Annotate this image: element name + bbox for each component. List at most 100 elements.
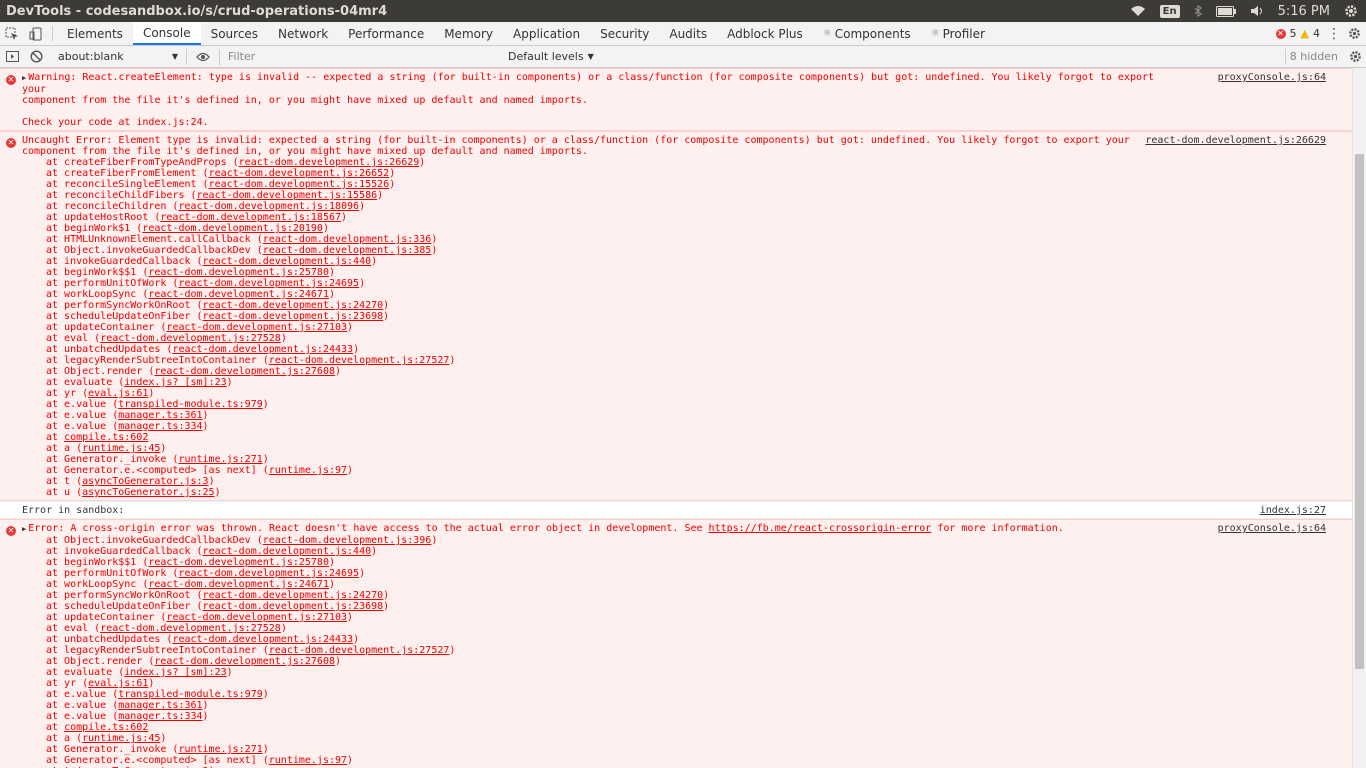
stack-frame-link[interactable]: manager.ts:334 <box>118 421 202 432</box>
stack-frame-link[interactable]: react-dom.development.js:396 <box>263 535 432 546</box>
stack-frame-link[interactable]: transpiled-module.ts:979 <box>118 399 263 410</box>
stack-frame-link[interactable]: runtime.js:45 <box>82 443 160 454</box>
stack-frame-link[interactable]: compile.ts:602 <box>64 432 148 443</box>
stack-frame-link[interactable]: react-dom.development.js:24671 <box>148 579 329 590</box>
inspect-element-icon[interactable] <box>0 22 24 45</box>
tab-application[interactable]: Application <box>503 22 590 45</box>
console-output[interactable]: ✕ ▶ Warning: React.createElement: type is… <box>0 68 1352 768</box>
console-message-cross-origin-error[interactable]: ✕ ▶ Error: A cross-origin error was throw… <box>0 519 1352 768</box>
stack-frame-link[interactable]: manager.ts:361 <box>118 410 202 421</box>
context-selector[interactable]: about:blank ▼ <box>54 48 182 66</box>
stack-frame-link[interactable]: transpiled-module.ts:979 <box>118 689 263 700</box>
stack-frame-link[interactable]: react-dom.development.js:440 <box>203 546 372 557</box>
stack-frame-link[interactable]: compile.ts:602 <box>64 722 148 733</box>
tab-memory[interactable]: Memory <box>434 22 503 45</box>
filter-input[interactable] <box>224 47 502 66</box>
bluetooth-icon[interactable] <box>1194 5 1202 17</box>
more-options-icon[interactable]: ⋮ <box>1326 22 1342 45</box>
tab-security[interactable]: Security <box>590 22 659 45</box>
expand-triangle-icon[interactable]: ▶ <box>22 525 26 533</box>
stack-frame-link[interactable]: react-dom.development.js:26629 <box>239 157 420 168</box>
stack-frame-link[interactable]: react-dom.development.js:440 <box>203 256 372 267</box>
stack-frame-link[interactable]: index.js? [sm]:23 <box>124 377 226 388</box>
tab-network[interactable]: Network <box>268 22 338 45</box>
live-expression-eye-icon[interactable] <box>191 46 215 68</box>
message-source-link[interactable]: react-dom.development.js:26629 <box>1145 135 1326 146</box>
stack-frame-link[interactable]: react-dom.development.js:27527 <box>269 355 450 366</box>
stack-frame-link[interactable]: react-dom.development.js:25780 <box>148 557 329 568</box>
devtools-settings-icon[interactable] <box>1342 22 1366 45</box>
stack-frame-link[interactable]: eval.js:61 <box>88 388 148 399</box>
stack-frame-link[interactable]: react-dom.development.js:24695 <box>178 568 359 579</box>
stack-frame-link[interactable]: react-dom.development.js:27528 <box>100 333 281 344</box>
tab-performance[interactable]: Performance <box>338 22 434 45</box>
stack-frame-function: at eval ( <box>46 623 101 634</box>
system-settings-icon[interactable] <box>1344 4 1358 18</box>
stack-frame-link[interactable]: react-dom.development.js:15526 <box>209 179 390 190</box>
stack-frame-link[interactable]: react-dom.development.js:25780 <box>148 267 329 278</box>
console-scrollbar[interactable] <box>1352 68 1366 768</box>
stack-frame-link[interactable]: react-dom.development.js:24695 <box>178 278 359 289</box>
stack-frame-link[interactable]: asyncToGenerator.js:25 <box>82 487 214 498</box>
stack-frame-link[interactable]: react-dom.development.js:24671 <box>148 289 329 300</box>
wifi-icon[interactable] <box>1130 5 1146 17</box>
stack-frame-link[interactable]: react-dom.development.js:27608 <box>154 366 335 377</box>
expand-triangle-icon[interactable]: ▶ <box>22 74 26 82</box>
clear-console-icon[interactable] <box>24 46 48 68</box>
stack-frame-link[interactable]: react-dom.development.js:27103 <box>166 612 347 623</box>
battery-icon[interactable] <box>1215 5 1236 17</box>
stack-frame-link[interactable]: react-dom.development.js:27528 <box>100 623 281 634</box>
console-message-uncaught-error[interactable]: ✕ Uncaught Error: Element type is invali… <box>0 131 1352 501</box>
stack-frame-link[interactable]: react-dom.development.js:18096 <box>178 201 359 212</box>
console-settings-icon[interactable] <box>1344 50 1366 63</box>
tab-audits[interactable]: Audits <box>659 22 717 45</box>
console-message-log[interactable]: Error in sandbox: index.js:27 <box>0 501 1352 519</box>
stack-frame-link[interactable]: react-dom.development.js:26652 <box>209 168 390 179</box>
error-icon: ✕ <box>6 138 16 148</box>
keyboard-layout-indicator[interactable]: En <box>1159 4 1180 18</box>
stack-frame-link[interactable]: react-dom.development.js:24270 <box>203 590 384 601</box>
stack-frame-link[interactable]: react-dom.development.js:385 <box>263 245 432 256</box>
stack-frame-link[interactable]: runtime.js:97 <box>269 465 347 476</box>
stack-frame-link[interactable]: runtime.js:271 <box>178 744 262 755</box>
stack-frame-link[interactable]: react-dom.development.js:20190 <box>142 223 323 234</box>
stack-frame-link[interactable]: react-dom.development.js:336 <box>263 234 432 245</box>
message-url-link[interactable]: https://fb.me/react-crossorigin-error <box>709 523 932 534</box>
stack-frame-link[interactable]: react-dom.development.js:15586 <box>197 190 378 201</box>
stack-frame-link[interactable]: react-dom.development.js:23698 <box>203 601 384 612</box>
tab-adblock-plus[interactable]: Adblock Plus <box>717 22 813 45</box>
stack-frame-link[interactable]: react-dom.development.js:23698 <box>203 311 384 322</box>
tab-console[interactable]: Console <box>132 22 201 45</box>
stack-frame-link[interactable]: react-dom.development.js:18567 <box>160 212 341 223</box>
tab-components[interactable]: ⚛ Components <box>813 22 921 45</box>
stack-frame-link[interactable]: react-dom.development.js:24270 <box>203 300 384 311</box>
clock[interactable]: 5:16 PM <box>1278 4 1330 19</box>
issue-counter[interactable]: ✕ 5 ▲ 4 <box>1275 22 1326 45</box>
message-source-link[interactable]: index.js:27 <box>1260 505 1326 516</box>
show-sidebar-icon[interactable] <box>0 46 24 68</box>
stack-frame-link[interactable]: runtime.js:271 <box>178 454 262 465</box>
volume-icon[interactable] <box>1250 5 1264 17</box>
stack-frame-link[interactable]: react-dom.development.js:24433 <box>172 344 353 355</box>
message-source-link[interactable]: proxyConsole.js:64 <box>1218 72 1326 83</box>
stack-frame-link[interactable]: manager.ts:361 <box>118 700 202 711</box>
system-top-bar: DevTools - codesandbox.io/s/crud-operati… <box>0 0 1366 22</box>
log-levels-dropdown[interactable]: Default levels ▼ <box>502 50 600 63</box>
stack-frame-link[interactable]: react-dom.development.js:27103 <box>166 322 347 333</box>
stack-frame-link[interactable]: manager.ts:334 <box>118 711 202 722</box>
stack-frame-link[interactable]: eval.js:61 <box>88 678 148 689</box>
stack-frame-link[interactable]: runtime.js:97 <box>269 755 347 766</box>
stack-frame-link[interactable]: react-dom.development.js:27608 <box>154 656 335 667</box>
device-toolbar-icon[interactable] <box>24 22 48 45</box>
console-message-warning[interactable]: ✕ ▶ Warning: React.createElement: type is… <box>0 68 1352 131</box>
stack-frame-link[interactable]: asyncToGenerator.js:3 <box>82 476 208 487</box>
message-source-link[interactable]: proxyConsole.js:64 <box>1218 523 1326 534</box>
tab-elements[interactable]: Elements <box>57 22 133 45</box>
tab-sources[interactable]: Sources <box>201 22 268 45</box>
stack-frame-link[interactable]: index.js? [sm]:23 <box>124 667 226 678</box>
tab-profiler[interactable]: ⚛ Profiler <box>921 22 995 45</box>
stack-frame-link[interactable]: runtime.js:45 <box>82 733 160 744</box>
scrollbar-thumb[interactable] <box>1355 154 1364 669</box>
stack-frame-link[interactable]: react-dom.development.js:24433 <box>172 634 353 645</box>
stack-frame-link[interactable]: react-dom.development.js:27527 <box>269 645 450 656</box>
